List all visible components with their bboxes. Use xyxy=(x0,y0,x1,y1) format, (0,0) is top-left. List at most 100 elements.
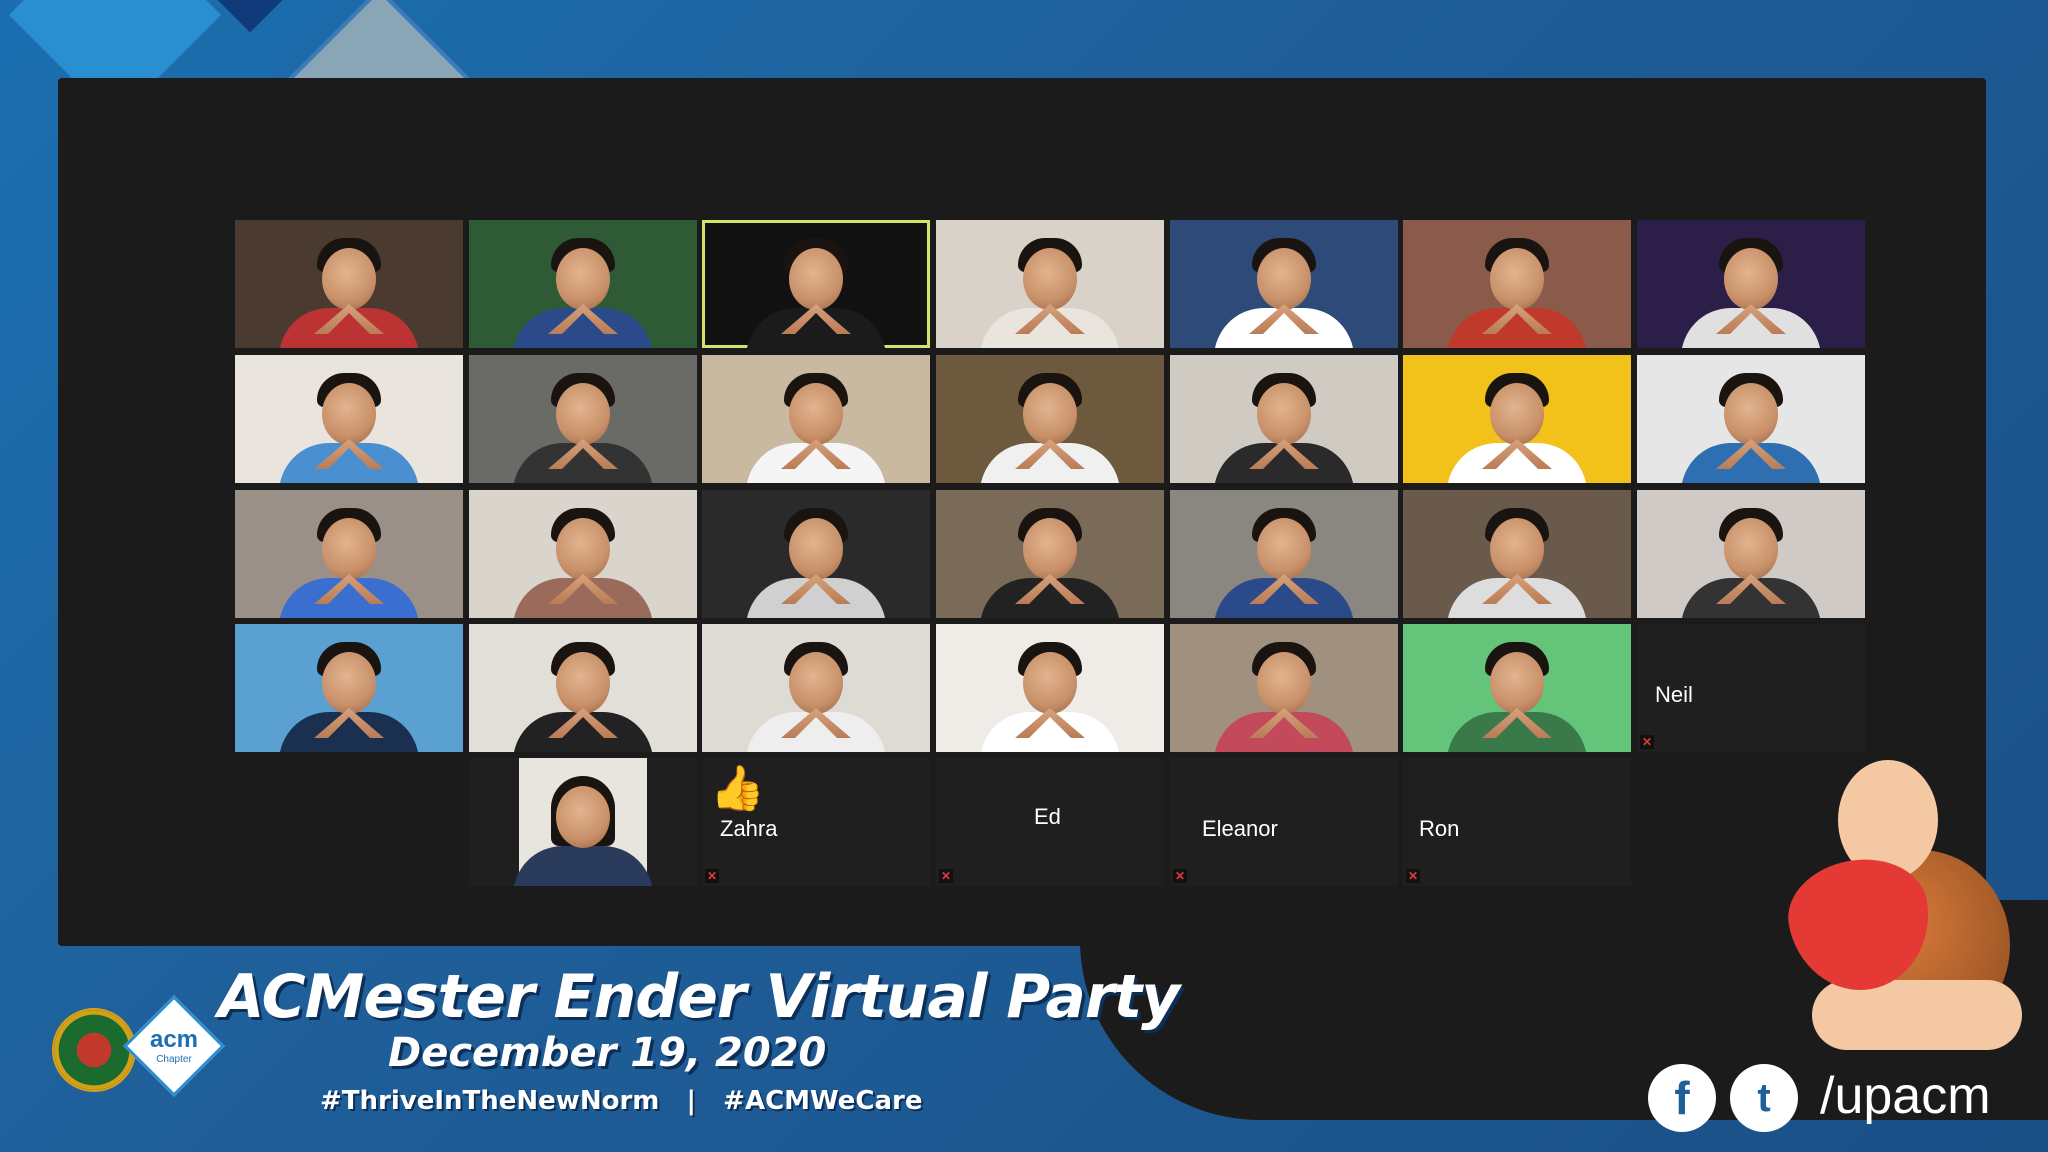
participant-face xyxy=(1490,652,1544,714)
participant-face xyxy=(1257,383,1311,445)
participant-body xyxy=(279,443,419,483)
participant-face xyxy=(322,518,376,580)
participant-body xyxy=(1214,712,1354,752)
participant-face xyxy=(1490,248,1544,310)
acm-logo-text: acm xyxy=(149,1026,199,1053)
participant-video-tile[interactable] xyxy=(1170,624,1398,752)
twitter-icon[interactable]: t xyxy=(1730,1064,1798,1132)
participant-face xyxy=(1023,518,1077,580)
participant-video-tile[interactable] xyxy=(702,220,930,348)
participant-face xyxy=(322,652,376,714)
participant-body xyxy=(513,578,653,618)
participant-body xyxy=(1681,443,1821,483)
participant-face xyxy=(322,383,376,445)
participant-video-tile[interactable] xyxy=(1637,490,1865,618)
participant-body xyxy=(279,578,419,618)
participant-name: Ron xyxy=(1419,816,1460,841)
participant-video-tile[interactable] xyxy=(1403,355,1631,483)
participant-face xyxy=(1724,383,1778,445)
participant-video-tile[interactable] xyxy=(469,624,697,752)
facebook-icon[interactable]: f xyxy=(1648,1064,1716,1132)
mascot-turtle-feet xyxy=(1812,980,2022,1050)
participant-body xyxy=(513,712,653,752)
participant-face xyxy=(1257,518,1311,580)
mic-muted-icon: ✕ xyxy=(1406,869,1420,883)
participant-name: Eleanor xyxy=(1202,816,1278,841)
participant-tile[interactable]: Ron ✕ xyxy=(1403,758,1631,886)
participant-face xyxy=(1490,518,1544,580)
participant-body xyxy=(1214,578,1354,618)
participant-face xyxy=(789,383,843,445)
participant-video-tile[interactable] xyxy=(936,490,1164,618)
participant-body xyxy=(1214,308,1354,348)
participant-video-tile[interactable] xyxy=(1403,490,1631,618)
participant-body xyxy=(746,712,886,752)
participant-body xyxy=(279,308,419,348)
participant-video-tile[interactable] xyxy=(1637,355,1865,483)
participant-name: Ed xyxy=(1034,804,1061,829)
participant-video-tile[interactable] xyxy=(1170,490,1398,618)
participant-body xyxy=(513,443,653,483)
participant-face xyxy=(556,383,610,445)
participant-video-tile[interactable] xyxy=(235,355,463,483)
participant-video-tile[interactable] xyxy=(235,490,463,618)
mic-muted-icon: ✕ xyxy=(705,869,719,883)
participant-video-tile[interactable] xyxy=(235,220,463,348)
participant-video-tile[interactable] xyxy=(469,355,697,483)
participant-body xyxy=(1447,308,1587,348)
participant-video-tile[interactable] xyxy=(1403,624,1631,752)
participant-body xyxy=(1447,712,1587,752)
participant-video-tile[interactable] xyxy=(1170,220,1398,348)
participant-face xyxy=(789,248,843,310)
participant-video-tile[interactable] xyxy=(469,758,697,886)
mic-muted-icon: ✕ xyxy=(939,869,953,883)
participant-face xyxy=(1023,248,1077,310)
up-seal-logo xyxy=(52,1008,136,1092)
participant-video-tile[interactable] xyxy=(1170,355,1398,483)
participant-video-tile[interactable] xyxy=(702,355,930,483)
thumbs-up-icon: 👍 xyxy=(710,764,765,813)
participant-name: Zahra xyxy=(720,816,778,841)
participant-video-tile[interactable] xyxy=(936,624,1164,752)
participant-body xyxy=(1681,308,1821,348)
participant-name: Neil xyxy=(1655,682,1693,707)
participant-video-tile[interactable] xyxy=(1403,220,1631,348)
participant-body xyxy=(980,578,1120,618)
participant-body xyxy=(980,712,1120,752)
event-date: December 19, 2020 xyxy=(388,1030,827,1076)
participant-body xyxy=(980,308,1120,348)
participant-body xyxy=(279,712,419,752)
participant-body xyxy=(1447,578,1587,618)
participant-face xyxy=(556,518,610,580)
participant-face xyxy=(1023,652,1077,714)
participant-body xyxy=(513,308,653,348)
participant-face xyxy=(1257,652,1311,714)
participant-body xyxy=(980,443,1120,483)
participant-face xyxy=(1724,518,1778,580)
acm-logo-subtext: Chapter xyxy=(156,1054,192,1065)
participant-face xyxy=(789,518,843,580)
participant-face xyxy=(1257,248,1311,310)
participant-video-tile[interactable] xyxy=(702,490,930,618)
participant-tile[interactable]: Ed ✕ xyxy=(936,758,1164,886)
participant-tile[interactable]: Neil ✕ xyxy=(1637,624,1865,752)
participant-video-tile[interactable] xyxy=(1637,220,1865,348)
participant-video-tile[interactable] xyxy=(469,220,697,348)
participant-video-tile[interactable] xyxy=(469,490,697,618)
participant-face xyxy=(322,248,376,310)
participant-video-tile[interactable] xyxy=(702,624,930,752)
participant-face xyxy=(556,248,610,310)
participant-face xyxy=(556,652,610,714)
participant-video-tile[interactable] xyxy=(235,624,463,752)
participant-video-tile[interactable] xyxy=(936,355,1164,483)
mic-muted-icon: ✕ xyxy=(1173,869,1187,883)
participant-body xyxy=(746,578,886,618)
participant-face xyxy=(789,652,843,714)
participant-tile[interactable]: 👍 Zahra ✕ xyxy=(702,758,930,886)
participant-face xyxy=(556,786,610,848)
participant-face xyxy=(1724,248,1778,310)
participant-tile[interactable]: Eleanor ✕ xyxy=(1170,758,1398,886)
participant-body xyxy=(1447,443,1587,483)
participant-face xyxy=(1023,383,1077,445)
participant-video-tile[interactable] xyxy=(936,220,1164,348)
